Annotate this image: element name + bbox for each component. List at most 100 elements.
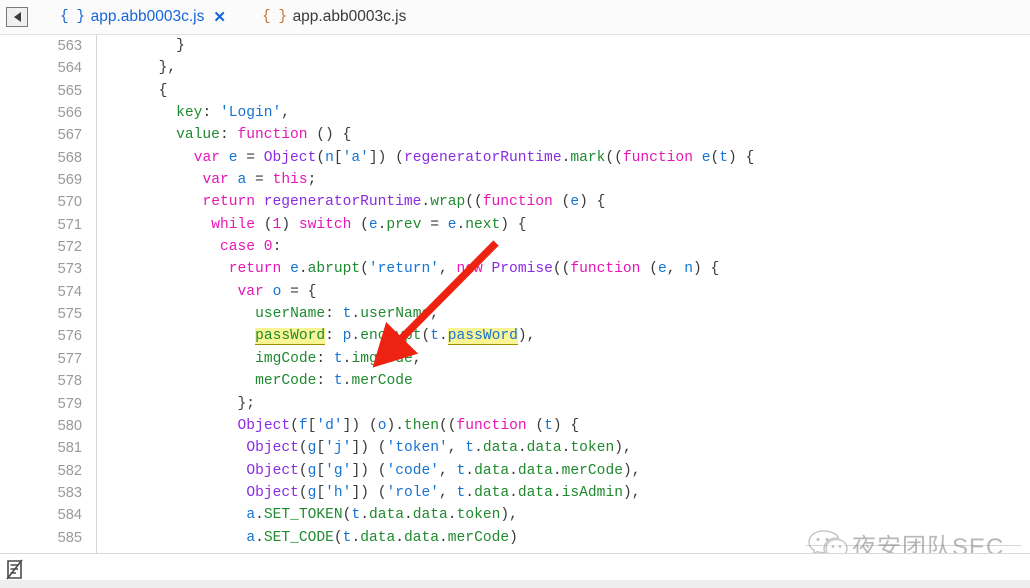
line-number: 573	[57, 261, 82, 278]
code-token: = {	[281, 283, 317, 300]
code-line[interactable]: 576 passWord: p.encrypt(t.passWord),	[0, 325, 1030, 347]
close-icon[interactable]: ✕	[213, 10, 226, 25]
code-line[interactable]: 571 while (1) switch (e.prev = e.next) {	[0, 214, 1030, 236]
code-line[interactable]: 574 var o = {	[0, 281, 1030, 303]
code-token: 'g'	[325, 462, 352, 479]
line-number: 580	[57, 417, 82, 434]
line-number: 585	[57, 529, 82, 546]
tab-app-abb0003c-js-active[interactable]: { } app.abb0003c.js ✕	[50, 0, 236, 35]
code-line[interactable]: 580 Object(f['d']) (o).then((function (t)…	[0, 415, 1030, 437]
code-content[interactable]: 563} 564}, 565{566 key: 'Login', 567 value: f…	[0, 35, 1030, 549]
code-token: a	[237, 172, 247, 189]
code-token: wrap	[430, 194, 466, 211]
code-line[interactable]: 584 a.SET_TOKEN(t.data.data.token),	[0, 504, 1030, 526]
code-token: ) {	[693, 261, 720, 278]
code-line[interactable]: 583 Object(g['h']) ('role', t.data.data.i…	[0, 482, 1030, 504]
code-token: key	[176, 105, 203, 122]
code-line[interactable]: 563}	[0, 35, 1030, 57]
code-line[interactable]: 578 merCode: t.merCode	[0, 370, 1030, 392]
code-token: 'd'	[316, 417, 343, 434]
code-token: (	[298, 484, 308, 501]
code-token: )	[509, 529, 518, 546]
code-token: .	[447, 507, 457, 524]
code-token: ) {	[579, 194, 606, 211]
code-line-text: var e = Object(n['a']) (regeneratorRunti…	[106, 147, 755, 169]
code-line[interactable]: 570 return regeneratorRuntime.wrap((funct…	[0, 191, 1030, 213]
code-token: ),	[622, 484, 641, 501]
code-line[interactable]: 567 value: function () {	[0, 124, 1030, 146]
code-line[interactable]: 581 Object(g['j']) ('token', t.data.data.…	[0, 437, 1030, 459]
code-token: (	[360, 261, 369, 278]
code-token: function	[456, 417, 527, 434]
code-token: ) {	[552, 417, 580, 434]
code-token: e	[447, 216, 457, 233]
code-token: .	[360, 507, 369, 524]
code-token: isAdmin	[561, 484, 623, 501]
code-line[interactable]: 582 Object(g['g']) ('code', t.data.data.m…	[0, 460, 1030, 482]
code-line[interactable]: 565 {	[0, 80, 1030, 102]
code-token: new	[456, 261, 483, 278]
code-token: .	[351, 328, 361, 345]
code-line[interactable]: 564},	[0, 57, 1030, 79]
code-token: ,	[447, 440, 466, 457]
code-token: this	[272, 172, 308, 189]
code-token: merCode	[351, 373, 413, 390]
code-token: },	[158, 60, 177, 77]
panel-collapse-button[interactable]	[6, 7, 28, 27]
code-token: .	[421, 194, 431, 211]
code-token: (	[298, 462, 308, 479]
code-token: passWord	[255, 328, 326, 346]
code-viewer-window: { } app.abb0003c.js ✕ { } app.abb0003c.j…	[0, 0, 1030, 588]
line-number: 584	[57, 507, 82, 524]
tab-app-abb0003c-js-secondary[interactable]: { } app.abb0003c.js	[252, 0, 416, 35]
code-token: 'a'	[342, 149, 369, 166]
code-token: .	[404, 507, 413, 524]
code-token: [	[316, 462, 326, 479]
code-token: merCode	[447, 529, 510, 546]
code-editor[interactable]: 563} 564}, 565{566 key: 'Login', 567 value: f…	[0, 35, 1030, 553]
code-token: data	[482, 440, 518, 457]
code-token: function	[622, 149, 693, 166]
code-token: regeneratorRuntime	[263, 194, 422, 211]
code-token: .	[456, 216, 466, 233]
code-line[interactable]: 573 return e.abrupt('return', new Promise…	[0, 258, 1030, 280]
code-token: .	[552, 484, 562, 501]
code-line[interactable]: 579};	[0, 393, 1030, 415]
code-token: ) {	[728, 149, 755, 166]
code-line[interactable]: 572 case 0:	[0, 236, 1030, 258]
code-token: .	[465, 484, 475, 501]
code-token: t	[456, 484, 466, 501]
line-number: 569	[57, 172, 82, 189]
code-line[interactable]: 568 var e = Object(n['a']) (regeneratorRu…	[0, 147, 1030, 169]
line-number: 568	[57, 149, 82, 166]
code-token: value	[176, 127, 220, 144]
code-token: data	[517, 462, 553, 479]
code-line-text: },	[106, 57, 177, 79]
code-line-text: return regeneratorRuntime.wrap((function…	[106, 191, 605, 213]
pretty-print-braces-icon[interactable]	[5, 559, 25, 580]
code-token: 'code'	[386, 462, 440, 479]
code-line-text: Object(g['j']) ('token', t.data.data.tok…	[106, 437, 631, 459]
code-token: ((	[552, 261, 571, 278]
code-line-text: var a = this;	[106, 169, 316, 191]
code-token: (	[710, 149, 720, 166]
code-token: ,	[430, 306, 440, 323]
code-token: Object	[263, 149, 317, 166]
code-line[interactable]: 566 key: 'Login',	[0, 102, 1030, 124]
watermark-rule	[806, 545, 1021, 546]
line-number: 572	[57, 239, 82, 256]
code-token: ,	[438, 261, 457, 278]
code-line[interactable]: 575 userName: t.userName,	[0, 303, 1030, 325]
code-line-text: {	[106, 80, 168, 102]
code-line[interactable]: 577 imgCode: t.imgCode,	[0, 348, 1030, 370]
js-braces-icon: { }	[261, 9, 287, 25]
code-token: (	[351, 216, 369, 233]
code-line[interactable]: 569 var a = this;	[0, 169, 1030, 191]
code-token: ((	[439, 417, 457, 434]
code-token: .	[439, 529, 448, 546]
code-token: data	[412, 507, 448, 524]
